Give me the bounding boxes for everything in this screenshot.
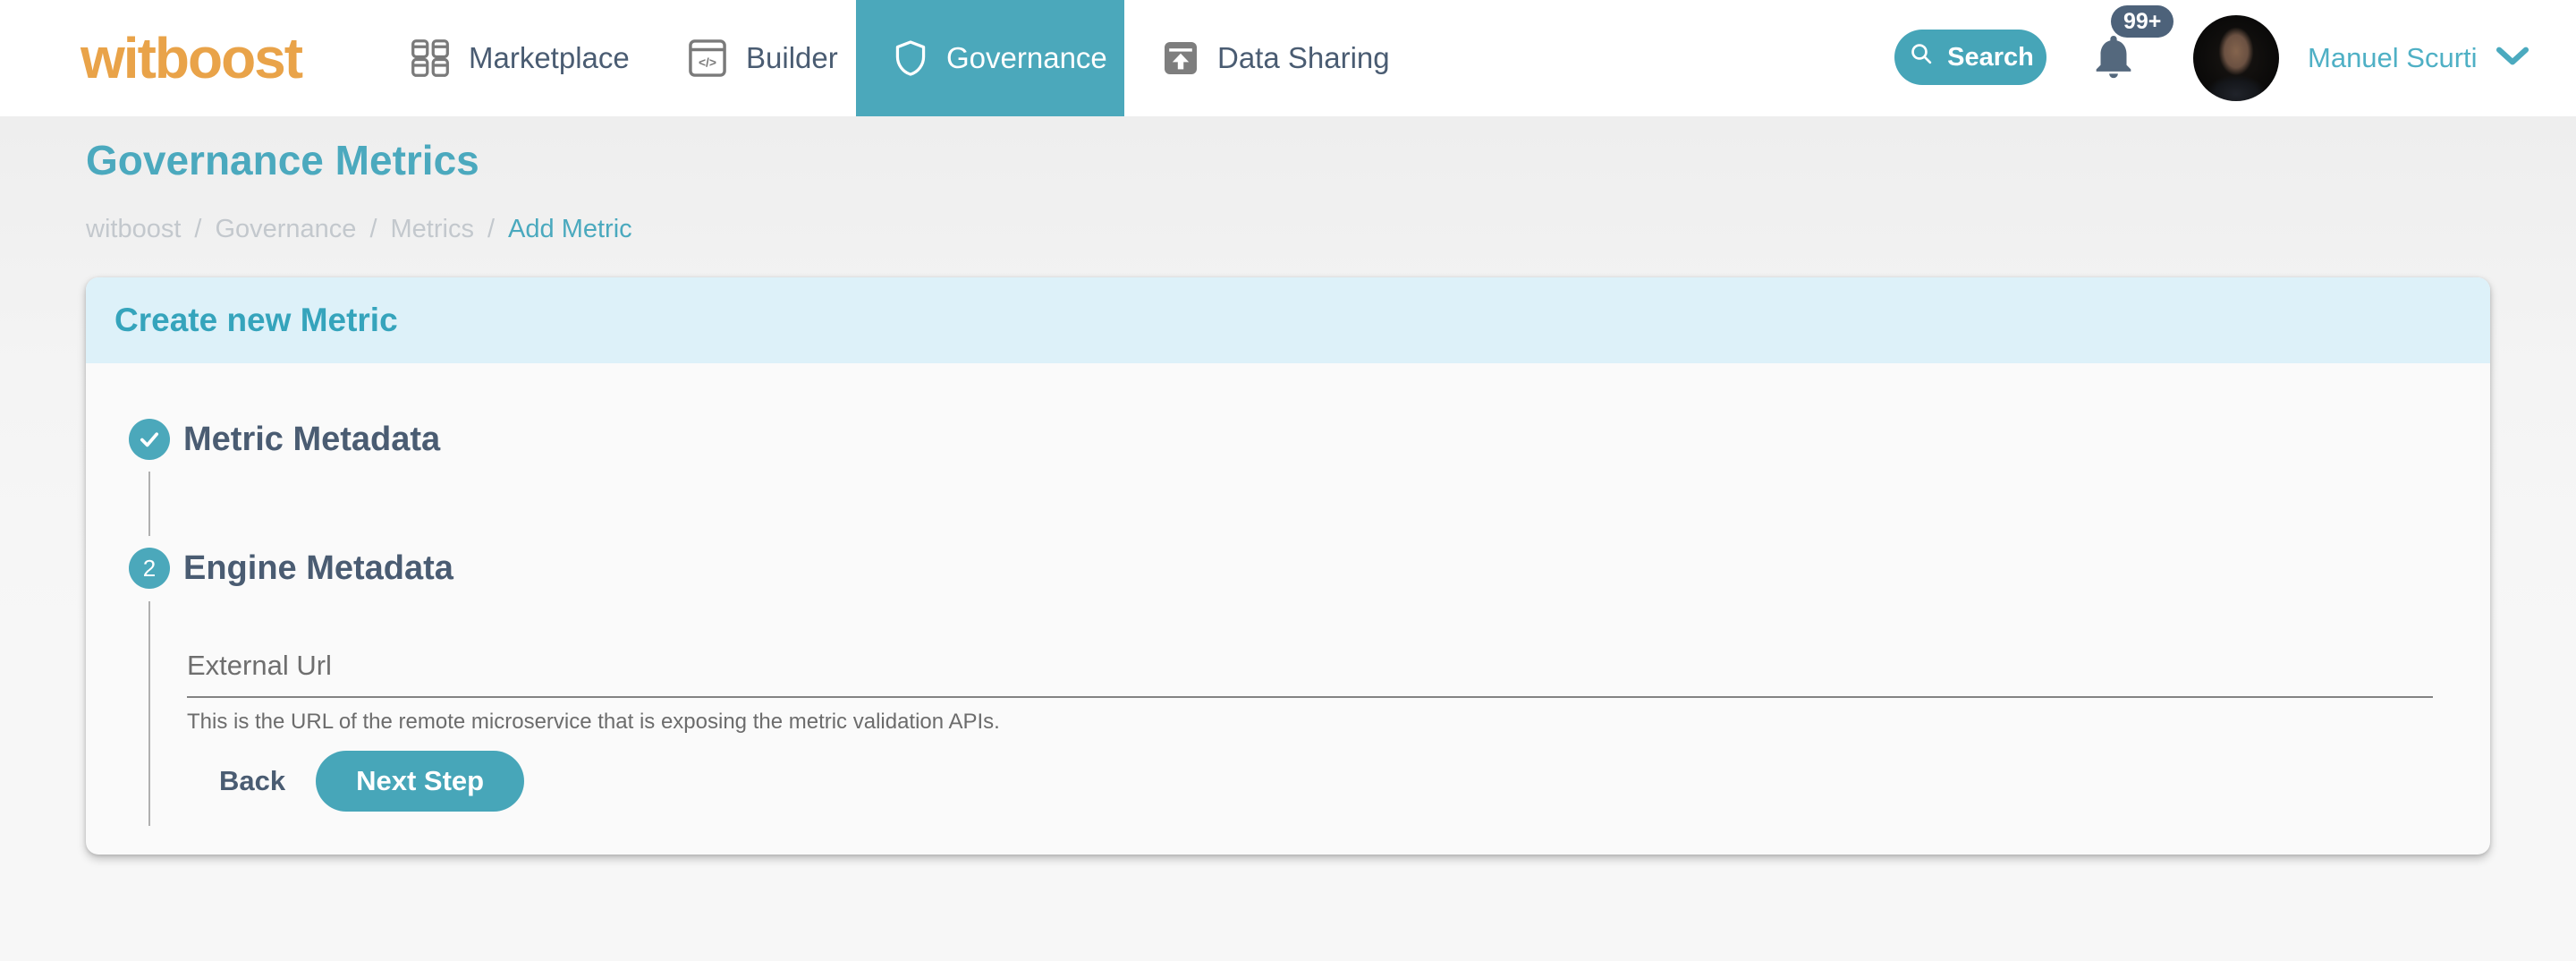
wizard-actions: Back Next Step [187, 751, 2490, 812]
builder-code-icon: </> [684, 35, 731, 81]
step-number-circle: 2 [129, 548, 170, 589]
top-nav: witboost Marketplace </> Builde [0, 0, 2576, 116]
user-avatar[interactable] [2193, 15, 2279, 101]
next-step-button[interactable]: Next Step [316, 751, 524, 812]
svg-text:</>: </> [699, 55, 716, 70]
governance-shield-icon [890, 38, 931, 79]
external-url-field-wrapper [187, 650, 2433, 698]
step-connector-line [148, 472, 150, 536]
create-metric-card: Create new Metric Metric Metadata 2 Engi… [86, 277, 2490, 855]
nav-item-governance-active[interactable]: Governance [856, 0, 1124, 116]
search-button[interactable]: Search [1894, 30, 2046, 85]
back-button[interactable]: Back [219, 765, 285, 797]
witboost-logo[interactable]: witboost [80, 25, 301, 91]
nav-item-builder[interactable]: </> Builder [684, 0, 838, 116]
nav-item-marketplace[interactable]: Marketplace [407, 0, 630, 116]
nav-item-label: Builder [746, 41, 838, 75]
step-label: Engine Metadata [183, 549, 453, 588]
notifications-count-badge: 99+ [2111, 5, 2174, 38]
nav-item-label: Marketplace [469, 41, 630, 75]
breadcrumb-separator: / [194, 215, 201, 244]
card-header: Create new Metric [86, 277, 2490, 363]
marketplace-grid-icon [407, 35, 453, 81]
page-title: Governance Metrics [86, 136, 479, 184]
breadcrumb-separator: / [487, 215, 495, 244]
breadcrumb: witboost / Governance / Metrics / Add Me… [86, 215, 632, 244]
breadcrumb-item-add-metric: Add Metric [508, 215, 632, 244]
nav-item-label: Data Sharing [1217, 41, 1390, 75]
nav-item-data-sharing[interactable]: Data Sharing [1159, 0, 1390, 116]
bell-icon [2088, 30, 2140, 82]
search-button-label: Search [1947, 43, 2034, 72]
card-title: Create new Metric [114, 302, 398, 339]
search-icon [1907, 39, 1936, 75]
breadcrumb-separator: / [369, 215, 377, 244]
notifications-button[interactable]: 99+ [2088, 5, 2177, 111]
app-root: witboost Marketplace </> Builde [0, 0, 2576, 116]
chevron-down-icon[interactable] [2496, 46, 2529, 72]
breadcrumb-item-governance[interactable]: Governance [215, 215, 356, 244]
user-name[interactable]: Manuel Scurti [2308, 42, 2478, 74]
step-engine-metadata[interactable]: 2 Engine Metadata [129, 548, 2490, 589]
field-helper-text: This is the URL of the remote microservi… [187, 710, 2490, 735]
external-url-input[interactable] [187, 650, 2433, 682]
step-content-panel: This is the URL of the remote microservi… [148, 601, 2490, 826]
data-sharing-upload-icon [1159, 37, 1202, 80]
breadcrumb-item-witboost[interactable]: witboost [86, 215, 181, 244]
nav-item-label: Governance [946, 41, 1107, 75]
step-label: Metric Metadata [183, 421, 440, 459]
step-metric-metadata[interactable]: Metric Metadata [129, 419, 2490, 460]
step-completed-check-icon [129, 419, 170, 460]
breadcrumb-item-metrics[interactable]: Metrics [391, 215, 474, 244]
